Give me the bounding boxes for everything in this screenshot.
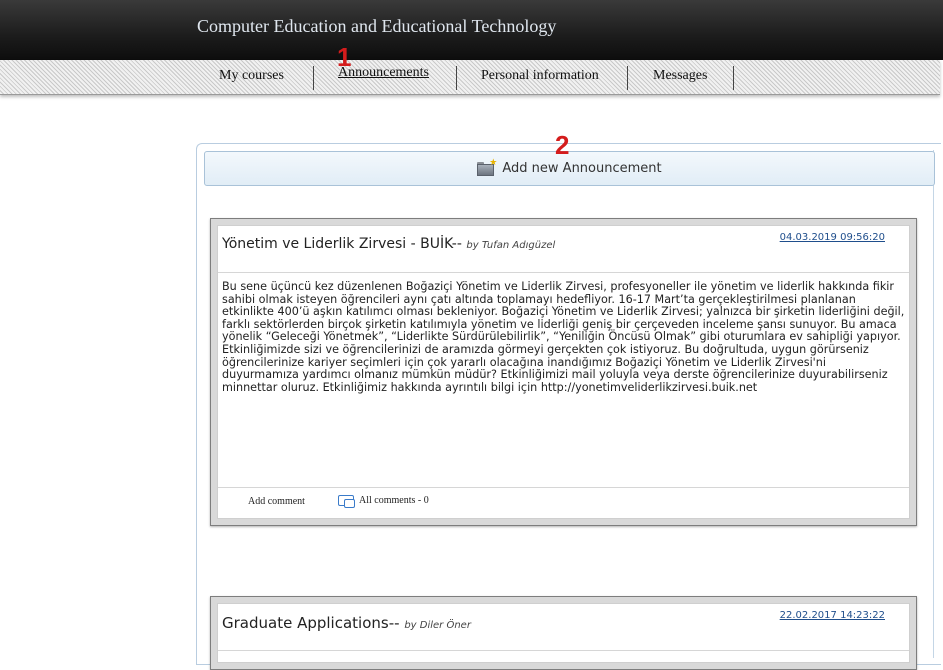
announcement-card: Graduate Applications-- by Diler Öner 22… (210, 596, 917, 670)
main-nav: My courses Announcements Personal inform… (0, 60, 940, 95)
site-title: Computer Education and Educational Techn… (197, 16, 557, 36)
nav-personal-information[interactable]: Personal information (481, 68, 599, 84)
announcement-author: by Tufan Adıgüzel (466, 240, 556, 251)
nav-divider (456, 66, 457, 90)
add-comment-link[interactable]: Add comment (248, 496, 305, 507)
step-marker-1: 1 (337, 42, 352, 72)
panel-scroll-edge (933, 150, 943, 658)
header-bar: Computer Education and Educational Techn… (0, 0, 943, 60)
announcement-header: Graduate Applications-- by Diler Öner 22… (218, 604, 909, 651)
nav-divider (627, 66, 628, 90)
announcement-header: Yönetim ve Liderlik Zirvesi - BUİK-- by … (218, 226, 909, 273)
nav-divider (733, 66, 734, 90)
announcement-card: Yönetim ve Liderlik Zirvesi - BUİK-- by … (210, 218, 917, 526)
announcement-date-link[interactable]: 04.03.2019 09:56:20 (780, 232, 885, 243)
nav-messages[interactable]: Messages (653, 68, 707, 84)
all-comments-link[interactable]: All comments - 0 (338, 495, 429, 508)
add-announcement-button[interactable]: ★ Add new Announcement (204, 151, 935, 186)
all-comments-label: All comments - 0 (359, 495, 429, 506)
nav-divider (313, 66, 314, 90)
announcement-date-link[interactable]: 22.02.2017 14:23:22 (780, 610, 885, 621)
announcement-footer: Add comment All comments - 0 (218, 487, 909, 518)
comments-icon (338, 495, 355, 508)
nav-announcements[interactable]: Announcements (338, 65, 429, 81)
step-marker-2: 2 (555, 130, 570, 160)
announcement-title: Graduate Applications-- (222, 614, 400, 632)
nav-my-courses[interactable]: My courses (219, 68, 284, 84)
announcement-author: by Diler Öner (404, 620, 471, 631)
announcement-body: Bu sene üçüncü kez düzenlenen Boğaziçi Y… (222, 280, 905, 394)
announcement-title: Yönetim ve Liderlik Zirvesi - BUİK-- (222, 236, 462, 252)
folder-add-icon: ★ (477, 158, 497, 176)
add-announcement-label: Add new Announcement (502, 161, 662, 176)
